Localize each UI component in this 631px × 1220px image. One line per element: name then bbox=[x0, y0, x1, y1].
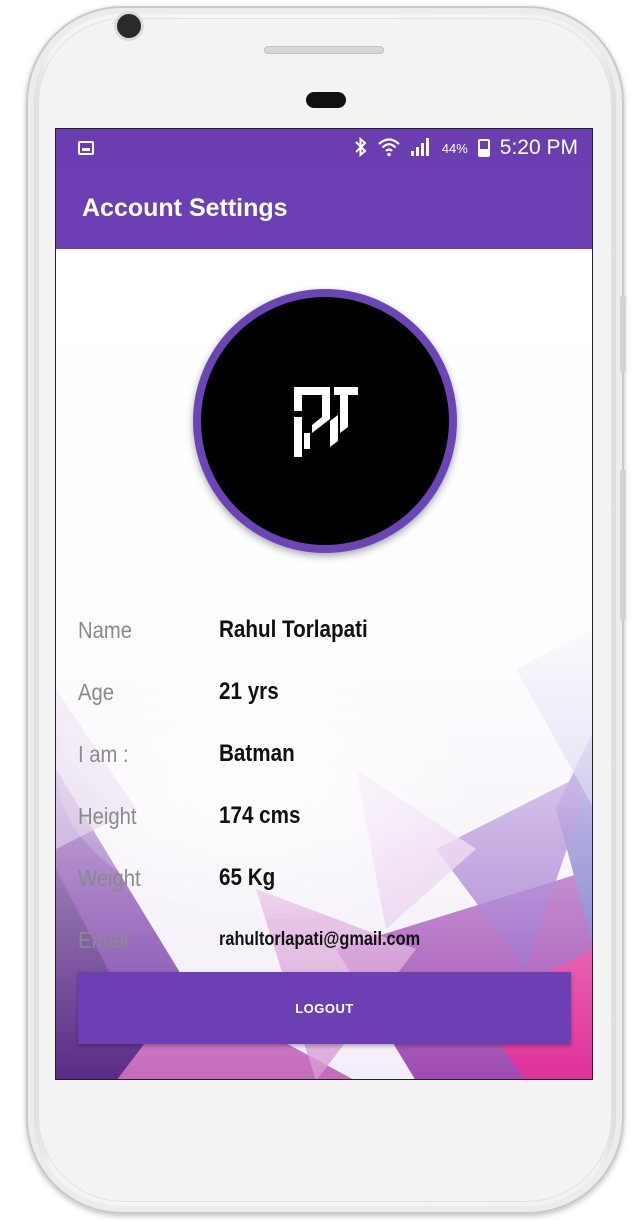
row-label: Age bbox=[78, 678, 115, 705]
volume-button bbox=[620, 470, 626, 620]
earpiece-speaker bbox=[264, 46, 384, 54]
profile-row-name: Name Rahul Torlapati bbox=[78, 599, 578, 661]
app-screen: 44% 5:20 PM Account Settings Name Rahul … bbox=[55, 128, 593, 1080]
signal-icon bbox=[410, 137, 432, 160]
profile-row-age: Age 21 yrs bbox=[78, 661, 578, 723]
row-label: Email bbox=[78, 926, 129, 953]
row-label: I am : bbox=[78, 740, 129, 767]
profile-row-weight: Weight 65 Kg bbox=[78, 847, 578, 909]
gallery-notification-icon bbox=[78, 141, 94, 155]
profile-details: Name Rahul Torlapati Age 21 yrs I am : B… bbox=[78, 599, 578, 971]
logout-button[interactable]: LOGOUT bbox=[78, 972, 571, 1044]
device-mockup: 44% 5:20 PM Account Settings Name Rahul … bbox=[0, 0, 631, 1220]
wifi-icon bbox=[378, 137, 400, 160]
weight-value: 65 Kg bbox=[219, 864, 276, 891]
row-label: Height bbox=[78, 802, 137, 829]
name-value: Rahul Torlapati bbox=[219, 616, 368, 643]
email-value: rahultorlapati@gmail.com bbox=[219, 929, 421, 950]
bluetooth-icon bbox=[354, 136, 368, 160]
avatar bbox=[201, 297, 449, 545]
status-bar: 44% 5:20 PM bbox=[56, 129, 592, 167]
identity-value: Batman bbox=[219, 740, 295, 767]
profile-row-email: Email rahultorlapati@gmail.com bbox=[78, 909, 578, 971]
height-value: 174 cms bbox=[219, 802, 301, 829]
row-label: Name bbox=[78, 616, 132, 643]
front-camera bbox=[117, 14, 141, 38]
battery-icon bbox=[477, 139, 490, 157]
status-clock: 5:20 PM bbox=[499, 136, 578, 159]
power-button bbox=[620, 296, 626, 372]
profile-row-height: Height 174 cms bbox=[78, 785, 578, 847]
page-title: Account Settings bbox=[82, 193, 288, 222]
app-bar: Account Settings bbox=[56, 167, 592, 249]
pt-logo-icon bbox=[294, 387, 358, 457]
row-label: Weight bbox=[78, 864, 141, 891]
age-value: 21 yrs bbox=[219, 678, 279, 705]
proximity-sensor bbox=[306, 92, 346, 108]
profile-avatar[interactable] bbox=[193, 289, 457, 553]
profile-row-identity: I am : Batman bbox=[78, 723, 578, 785]
battery-percent: 44% bbox=[441, 140, 468, 156]
